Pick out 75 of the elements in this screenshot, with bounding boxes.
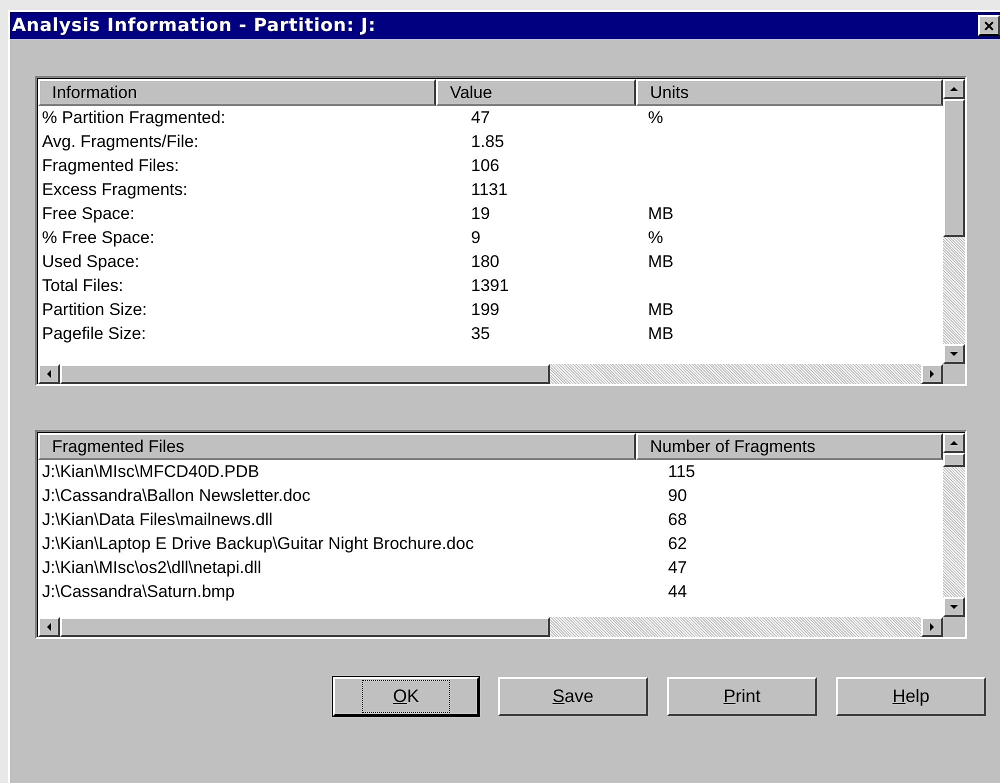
table-cell: J:\Kian\Data Files\mailnews.dll (42, 510, 273, 530)
table-cell: Used Space: (42, 252, 140, 272)
down-arrow-icon (948, 350, 960, 358)
table-cell: 180 (471, 252, 500, 272)
table-cell: MB (648, 324, 674, 344)
table-cell: 47 (471, 108, 490, 128)
up-arrow-icon (948, 439, 960, 447)
scroll-thumb[interactable] (60, 364, 550, 384)
table-cell: J:\Kian\MIsc\MFCD40D.PDB (42, 462, 260, 482)
up-arrow-icon (948, 85, 960, 93)
table-cell: 199 (471, 300, 500, 320)
horizontal-scrollbar[interactable] (38, 617, 943, 637)
scroll-thumb[interactable] (943, 99, 965, 237)
table-cell: Pagefile Size: (42, 324, 146, 344)
scroll-right-button[interactable] (921, 364, 943, 384)
table-cell: 62 (668, 534, 687, 554)
column-header[interactable]: Information (38, 79, 436, 106)
close-button[interactable]: × (978, 15, 1000, 36)
dialog-button[interactable]: Save (498, 677, 648, 716)
column-header[interactable]: Units (636, 79, 943, 106)
table-cell: 9 (471, 228, 480, 248)
scroll-left-button[interactable] (38, 617, 60, 637)
table-cell: 47 (668, 558, 687, 578)
table-cell: 68 (668, 510, 687, 530)
scroll-left-button[interactable] (38, 364, 60, 384)
table-cell: Total Files: (42, 276, 124, 296)
table-cell: J:\Kian\Laptop E Drive Backup\Guitar Night Brochure.doc (42, 534, 474, 554)
table-cell: 35 (471, 324, 490, 344)
left-arrow-icon (45, 368, 53, 380)
table-cell: 44 (668, 582, 687, 602)
window-title: Analysis Information - Partition: J: (12, 14, 376, 38)
vertical-scrollbar[interactable] (943, 433, 965, 617)
table-cell: 1391 (471, 276, 509, 296)
table-cell: 106 (471, 156, 500, 176)
table-cell: MB (648, 252, 674, 272)
table-cell: Fragmented Files: (42, 156, 179, 176)
left-arrow-icon (45, 621, 53, 633)
table-cell: % Partition Fragmented: (42, 108, 226, 128)
scroll-right-button[interactable] (921, 617, 943, 637)
down-arrow-icon (948, 603, 960, 611)
table-cell: J:\Cassandra\Ballon Newsletter.doc (42, 486, 310, 506)
column-header[interactable]: Fragmented Files (38, 433, 636, 460)
right-arrow-icon (928, 368, 936, 380)
table-cell: MB (648, 204, 674, 224)
table-cell: Avg. Fragments/File: (42, 132, 199, 152)
table-cell: % Free Space: (42, 228, 154, 248)
scrollbar-corner (943, 617, 965, 637)
table-cell: MB (648, 300, 674, 320)
scroll-thumb[interactable] (943, 453, 965, 467)
scroll-thumb[interactable] (60, 617, 550, 637)
table-cell: % (648, 228, 664, 248)
scrollbar-corner (943, 364, 965, 384)
table-cell: 1.85 (471, 132, 504, 152)
dialog-button[interactable]: Print (667, 677, 817, 716)
table-cell: Excess Fragments: (42, 180, 188, 200)
right-arrow-icon (928, 621, 936, 633)
column-header[interactable]: Number of Fragments (636, 433, 943, 460)
dialog-button[interactable]: Help (836, 677, 986, 716)
scroll-up-button[interactable] (943, 79, 965, 99)
column-header[interactable]: Value (436, 79, 636, 106)
table-cell: J:\Cassandra\Saturn.bmp (42, 582, 235, 602)
scroll-down-button[interactable] (943, 344, 965, 364)
dialog-button[interactable]: OK (333, 677, 479, 716)
table-cell: % (648, 108, 664, 128)
horizontal-scrollbar[interactable] (38, 364, 943, 384)
table-cell: 90 (668, 486, 687, 506)
table-cell: Partition Size: (42, 300, 147, 320)
table-cell: 19 (471, 204, 490, 224)
table-cell: Free Space: (42, 204, 135, 224)
scroll-up-button[interactable] (943, 433, 965, 453)
table-cell: 115 (668, 462, 696, 482)
scroll-down-button[interactable] (943, 597, 965, 617)
table-cell: J:\Kian\MIsc\os2\dll\netapi.dll (42, 558, 262, 578)
table-cell: 1131 (471, 180, 508, 200)
vertical-scrollbar[interactable] (943, 79, 965, 364)
